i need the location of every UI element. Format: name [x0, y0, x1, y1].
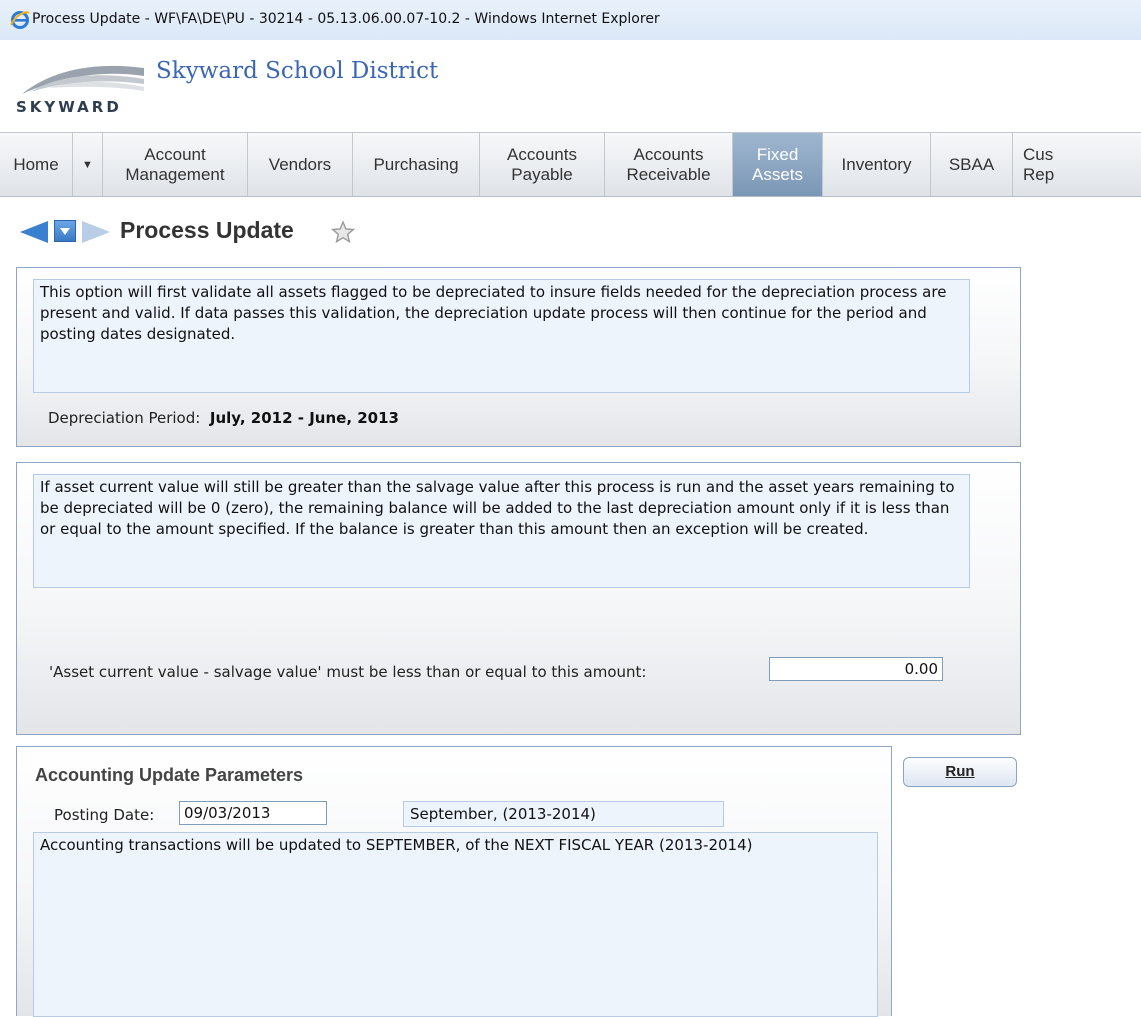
posting-date-label: Posting Date:: [54, 806, 155, 824]
accounting-params-panel: Accounting Update Parameters Posting Dat…: [16, 746, 892, 1017]
app-header: SKYWARD Skyward School District: [0, 40, 1141, 132]
page-title: Process Update: [120, 217, 294, 243]
nav-inventory[interactable]: Inventory: [823, 133, 931, 196]
nav-sbaa[interactable]: SBAA: [931, 133, 1013, 196]
favorite-star-icon[interactable]: [331, 220, 355, 244]
back-arrow-icon[interactable]: [18, 220, 50, 244]
run-button[interactable]: Run: [903, 757, 1017, 787]
accounting-params-title: Accounting Update Parameters: [35, 765, 304, 785]
depreciation-period-value: July, 2012 - June, 2013: [209, 409, 399, 427]
nav-home[interactable]: Home: [0, 133, 73, 196]
run-button-label: Run: [945, 763, 975, 780]
nav-item-label: Accounts Receivable: [626, 144, 711, 184]
nav-accounts-receivable[interactable]: Accounts Receivable: [605, 133, 733, 196]
depreciation-info-text: This option will first validate all asse…: [33, 279, 970, 393]
internet-explorer-icon: [10, 11, 30, 29]
nav-item-label: SBAA: [948, 154, 995, 174]
nav-item-label: Accounts Payable: [507, 144, 577, 184]
history-dropdown-button[interactable]: [54, 220, 76, 242]
depreciation-panel: This option will first validate all asse…: [16, 267, 1021, 447]
chevron-down-icon: ▼: [82, 158, 93, 171]
page-heading: Process Update: [18, 212, 618, 252]
nav-item-label: Account Management: [125, 144, 225, 184]
nav-purchasing[interactable]: Purchasing: [353, 133, 480, 196]
window-title-bar: Process Update - WF\FA\DE\PU - 30214 - 0…: [0, 0, 1141, 41]
nav-fixed-assets[interactable]: Fixed Assets: [733, 133, 823, 196]
threshold-amount-label: 'Asset current value - salvage value' mu…: [49, 663, 647, 681]
posting-date-input[interactable]: [179, 801, 327, 825]
salvage-info-text: If asset current value will still be gre…: [33, 474, 970, 588]
main-nav: Home ▼ Account Management Vendors Purcha…: [0, 132, 1141, 197]
forward-arrow-icon[interactable]: [80, 220, 112, 244]
posting-period-display: September, (2013-2014): [403, 801, 724, 827]
chevron-down-icon: [60, 228, 70, 235]
svg-text:SKYWARD: SKYWARD: [16, 98, 122, 116]
nav-item-label: Purchasing: [373, 154, 459, 174]
skyward-logo: SKYWARD: [16, 65, 144, 116]
window-title: Process Update - WF\FA\DE\PU - 30214 - 0…: [32, 11, 660, 27]
nav-item-label: Inventory: [841, 154, 912, 174]
nav-item-label: Vendors: [268, 154, 332, 174]
salvage-threshold-panel: If asset current value will still be gre…: [16, 462, 1021, 735]
nav-home-dropdown[interactable]: ▼: [73, 133, 103, 196]
district-name: Skyward School District: [156, 58, 439, 84]
nav-custom-reports[interactable]: Cus Rep: [1013, 133, 1141, 196]
depreciation-period-label: Depreciation Period:: [48, 409, 201, 427]
depreciation-period-row: Depreciation Period: July, 2012 - June, …: [48, 409, 399, 427]
nav-home-label: Home: [13, 154, 59, 174]
nav-vendors[interactable]: Vendors: [248, 133, 353, 196]
nav-account-management[interactable]: Account Management: [103, 133, 248, 196]
nav-item-label: Fixed Assets: [751, 144, 804, 184]
nav-item-label: Cus Rep: [1023, 144, 1055, 184]
threshold-amount-input[interactable]: [769, 657, 943, 681]
accounting-info-text: Accounting transactions will be updated …: [33, 832, 878, 1017]
nav-accounts-payable[interactable]: Accounts Payable: [480, 133, 605, 196]
